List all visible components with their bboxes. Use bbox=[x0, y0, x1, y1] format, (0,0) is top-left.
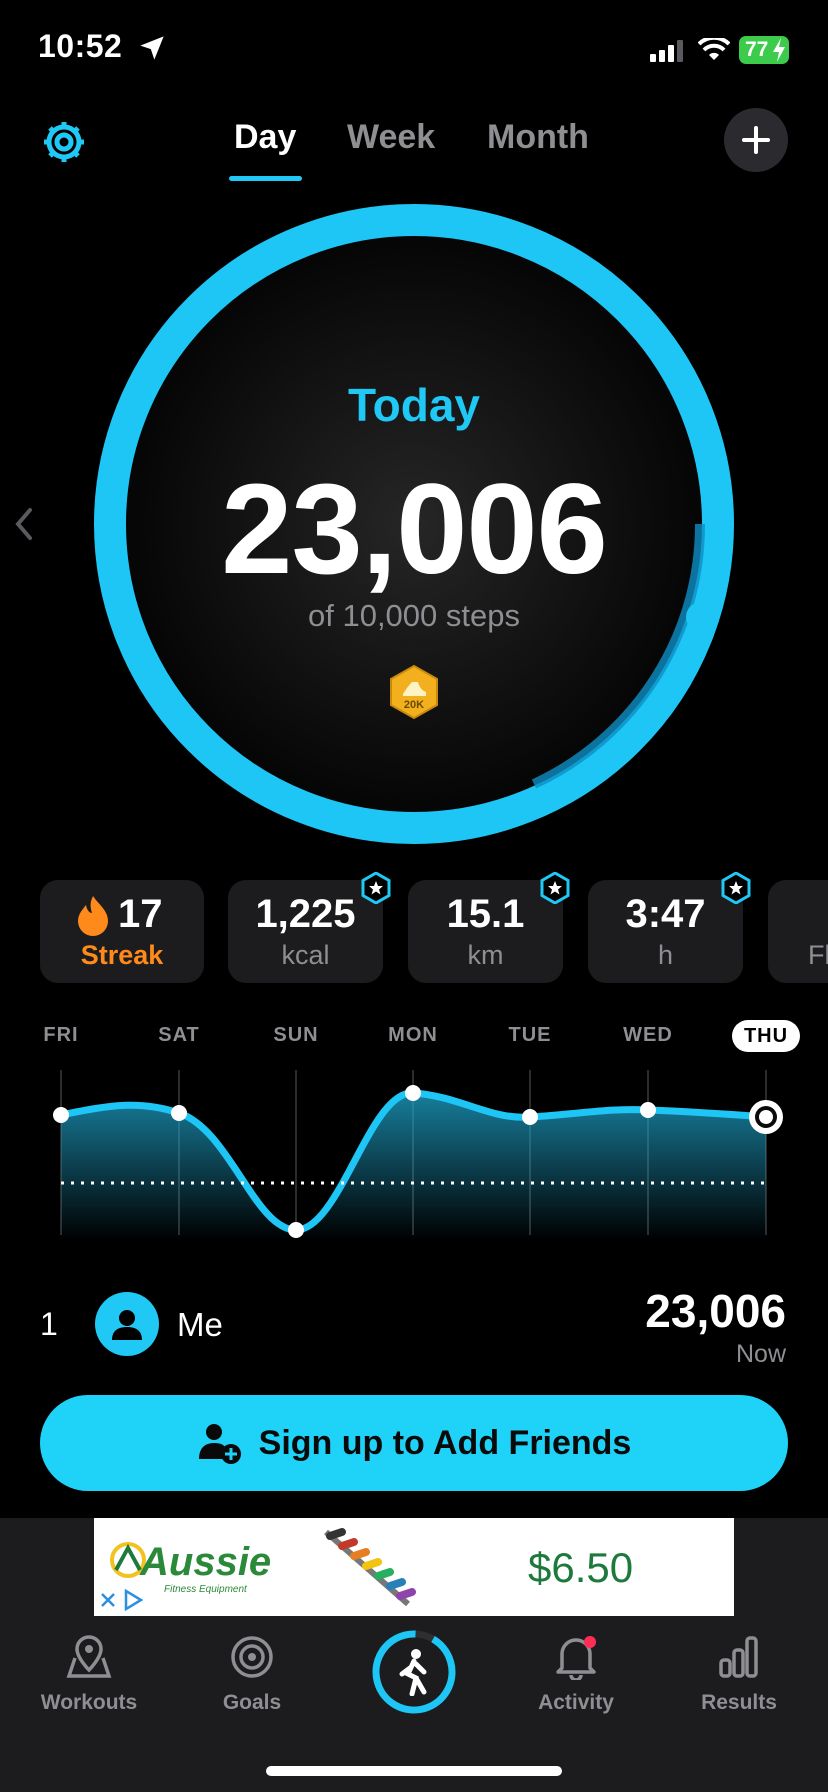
floors-card[interactable]: Fl bbox=[768, 880, 828, 983]
tabbar-activity[interactable]: Activity bbox=[501, 1634, 651, 1715]
shoe-badge-icon bbox=[390, 664, 438, 720]
walking-icon bbox=[399, 1649, 427, 1696]
kcal-label: kcal bbox=[281, 940, 330, 970]
streak-label: Streak bbox=[80, 940, 164, 970]
milestone-badge[interactable]: 20K bbox=[388, 664, 440, 720]
map-pin-icon bbox=[66, 1635, 112, 1678]
signup-add-friends-button[interactable]: Sign up to Add Friends bbox=[40, 1395, 788, 1491]
tabbar-workouts[interactable]: Workouts bbox=[14, 1634, 164, 1715]
leaderboard-name: Me bbox=[177, 1306, 223, 1343]
leaderboard-time: Now bbox=[735, 1340, 786, 1368]
bar-chart-icon bbox=[719, 1636, 758, 1678]
day-label-sat: SAT bbox=[158, 1024, 200, 1046]
day-label-sun: SUN bbox=[273, 1024, 319, 1046]
bell-icon bbox=[556, 1636, 596, 1682]
star-badge-icon bbox=[721, 872, 751, 904]
tabbar-goals-label: Goals bbox=[222, 1691, 282, 1714]
floors-label-partial: Fl bbox=[808, 940, 828, 970]
ring-title: Today bbox=[347, 379, 481, 431]
ad-tagline: Fitness Equipment bbox=[164, 1584, 247, 1595]
badge-label: 20K bbox=[403, 699, 425, 711]
signal-icon bbox=[650, 40, 683, 62]
day-label-fri: FRI bbox=[43, 1024, 79, 1046]
battery-level: 77 bbox=[745, 38, 769, 61]
day-label-mon: MON bbox=[388, 1024, 438, 1046]
tabbar-workouts-label: Workouts bbox=[40, 1691, 138, 1714]
tabbar-results[interactable]: Results bbox=[664, 1634, 814, 1715]
ad-price: $6.50 bbox=[528, 1544, 634, 1591]
home-indicator[interactable] bbox=[266, 1766, 562, 1776]
ad-close-icon[interactable] bbox=[98, 1590, 118, 1610]
charging-bolt-icon bbox=[773, 38, 785, 62]
streak-value: 17 bbox=[118, 892, 163, 936]
leaderboard-rank: 1 bbox=[40, 1306, 58, 1342]
active-tab-indicator bbox=[229, 176, 302, 181]
avatar[interactable] bbox=[95, 1292, 159, 1356]
wifi-icon bbox=[698, 38, 730, 60]
add-button[interactable] bbox=[724, 108, 788, 172]
distance-label: km bbox=[467, 940, 504, 970]
ad-banner[interactable]: Aussie Fitness Equipment $6.50 bbox=[94, 1518, 734, 1616]
flame-icon bbox=[78, 896, 108, 936]
ad-choices-icon[interactable] bbox=[122, 1588, 144, 1612]
streak-card[interactable]: 17 Streak bbox=[40, 880, 204, 983]
location-arrow-icon bbox=[140, 36, 164, 60]
status-time: 10:52 bbox=[38, 28, 123, 64]
target-icon bbox=[231, 1636, 273, 1678]
person-icon bbox=[112, 1310, 142, 1340]
leaderboard-steps: 23,006 bbox=[645, 1285, 786, 1337]
tabbar-results-label: Results bbox=[701, 1691, 777, 1714]
star-badge-icon bbox=[540, 872, 570, 904]
day-label-thu[interactable]: THU bbox=[732, 1020, 800, 1052]
gear-icon[interactable] bbox=[40, 118, 88, 166]
tabbar-steps-home[interactable] bbox=[370, 1628, 458, 1716]
tab-week[interactable]: Week bbox=[347, 118, 435, 157]
tab-day[interactable]: Day bbox=[234, 118, 296, 157]
ad-brand: Aussie bbox=[140, 1540, 272, 1584]
tabbar-goals[interactable]: Goals bbox=[177, 1634, 327, 1715]
add-person-icon bbox=[198, 1424, 241, 1464]
dumbbell-rack-image bbox=[324, 1528, 416, 1607]
tabbar-activity-label: Activity bbox=[538, 1691, 614, 1714]
plus-icon bbox=[742, 126, 770, 154]
time-label: h bbox=[657, 940, 674, 970]
week-steps-chart bbox=[53, 1070, 783, 1240]
day-label-wed: WED bbox=[623, 1024, 673, 1046]
star-badge-icon bbox=[361, 872, 391, 904]
day-label-tue: TUE bbox=[508, 1024, 552, 1046]
step-count: 23,006 bbox=[221, 458, 608, 601]
signup-label: Sign up to Add Friends bbox=[258, 1423, 632, 1462]
step-goal: of 10,000 steps bbox=[308, 598, 520, 633]
tab-month[interactable]: Month bbox=[487, 118, 589, 157]
